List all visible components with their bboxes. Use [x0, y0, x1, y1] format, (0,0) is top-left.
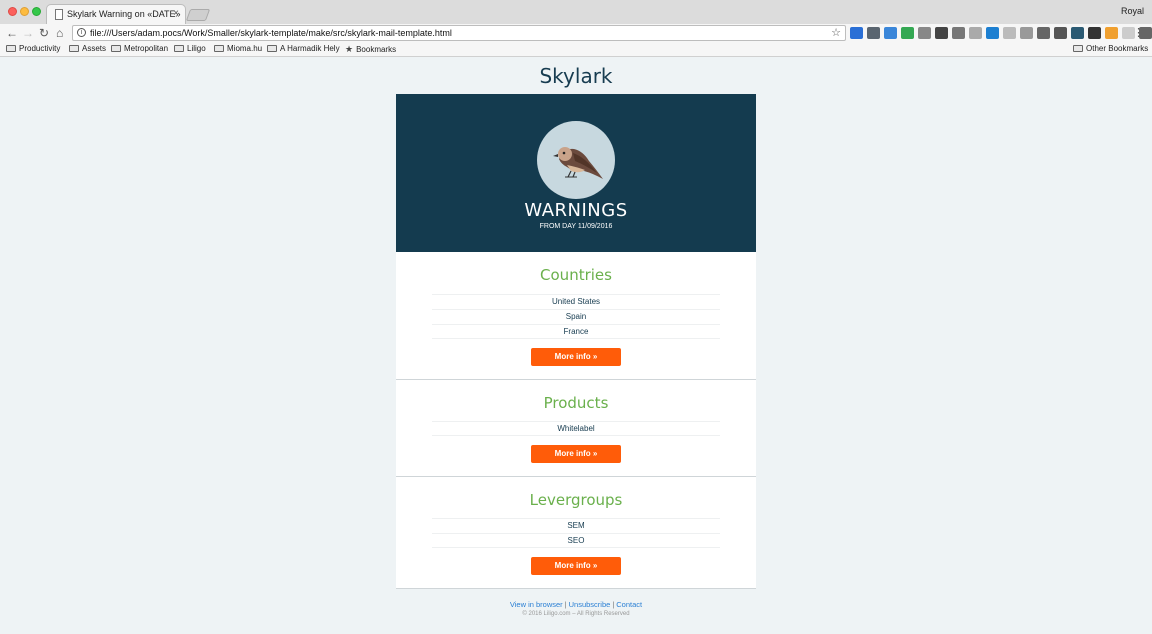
bookmark-folder[interactable]: Mioma.hu [214, 44, 262, 53]
more-info-button[interactable]: More info » [531, 557, 621, 575]
browser-tab[interactable]: Skylark Warning on «DATE» × [46, 4, 186, 25]
extension-dark-icon[interactable] [1088, 27, 1101, 39]
bookmark-label: Metropolitan [124, 44, 169, 53]
window-maximize-button[interactable] [32, 7, 41, 16]
more-info-button[interactable]: More info » [531, 348, 621, 366]
more-info-button[interactable]: More info » [531, 445, 621, 463]
bookmark-label: Liligo [187, 44, 206, 53]
other-bookmarks-folder[interactable]: Other Bookmarks [1073, 44, 1148, 53]
item-list: SEM SEO [432, 518, 720, 548]
bookmark-label: Assets [82, 44, 107, 53]
extension-pin-icon[interactable] [935, 27, 948, 39]
section-products: Products Whitelabel More info » [396, 380, 756, 477]
section-countries: Countries United States Spain France Mor… [396, 252, 756, 380]
extension-a-icon[interactable] [1071, 27, 1084, 39]
list-item: SEM [432, 518, 720, 533]
bird-icon [553, 147, 603, 179]
list-item: France [432, 324, 720, 339]
item-list: United States Spain France [432, 294, 720, 339]
reload-icon[interactable]: ↻ [39, 25, 49, 41]
footer-separator: | [564, 600, 567, 609]
window-minimize-button[interactable] [20, 7, 29, 16]
extension-calendar-icon[interactable] [884, 27, 897, 39]
address-bar[interactable]: i file:///Users/adam.pocs/Work/Smaller/s… [72, 25, 846, 41]
url-text[interactable]: file:///Users/adam.pocs/Work/Smaller/sky… [90, 28, 452, 38]
extension-star-icon[interactable] [850, 27, 863, 39]
browser-toolbar: ← → ↻ ⌂ i file:///Users/adam.pocs/Work/S… [0, 24, 1152, 42]
folder-icon [6, 45, 16, 52]
section-title: Products [543, 394, 609, 412]
hero-subtitle: FROM DAY 11/09/2016 [539, 223, 613, 230]
extensions-bar [850, 27, 1152, 39]
bookmark-folder[interactable]: Productivity [6, 44, 60, 53]
extension-doc-icon[interactable] [969, 27, 982, 39]
bookmark-folder[interactable]: Assets [69, 44, 106, 53]
tab-close-icon[interactable]: × [173, 8, 179, 19]
extension-drive-icon[interactable] [901, 27, 914, 39]
folder-icon [1073, 45, 1083, 52]
hero-banner: WARNINGS FROM DAY 11/09/2016 [396, 94, 756, 252]
extension-blue-icon[interactable] [986, 27, 999, 39]
new-tab-button[interactable] [185, 9, 211, 21]
unsubscribe-link[interactable]: Unsubscribe [569, 600, 611, 609]
star-icon: ★ [345, 44, 354, 54]
back-arrow-icon[interactable]: ← [6, 25, 18, 41]
bookmark-label: A Harmadik Hely [280, 44, 340, 53]
section-title: Countries [540, 266, 612, 284]
bookmark-label: Mioma.hu [227, 44, 263, 53]
bookmark-label: Other Bookmarks [1086, 44, 1149, 53]
list-item: United States [432, 294, 720, 309]
footer-separator: | [612, 600, 615, 609]
extension-grid-icon[interactable] [1003, 27, 1016, 39]
extension-info-icon[interactable] [918, 27, 931, 39]
bookmark-label: Bookmarks [356, 45, 397, 54]
list-item: Whitelabel [432, 421, 720, 436]
info-icon[interactable]: i [77, 28, 86, 37]
section-title: Levergroups [529, 491, 623, 509]
hero-title: WARNINGS [524, 200, 628, 221]
extension-mail-icon[interactable] [1037, 27, 1050, 39]
profile-name[interactable]: Royal [1121, 6, 1144, 16]
folder-icon [174, 45, 184, 52]
bookmark-item[interactable]: ★ Bookmarks [345, 44, 396, 55]
item-list: Whitelabel [432, 421, 720, 436]
extension-cookie-icon[interactable] [1105, 27, 1118, 39]
bookmark-folder[interactable]: Metropolitan [111, 44, 168, 53]
title-bar: Skylark Warning on «DATE» × Royal [0, 0, 1152, 25]
bookmark-folder[interactable]: Liligo [174, 44, 206, 53]
list-item: SEO [432, 533, 720, 548]
list-item: Spain [432, 309, 720, 324]
section-levergroups: Levergroups SEM SEO More info » [396, 477, 756, 589]
extension-stack-icon[interactable] [867, 27, 880, 39]
window-close-button[interactable] [8, 7, 17, 16]
extension-page-icon[interactable] [952, 27, 965, 39]
home-icon[interactable]: ⌂ [56, 25, 63, 41]
folder-icon [267, 45, 277, 52]
tab-title: Skylark Warning on «DATE» [67, 9, 181, 19]
folder-icon [69, 45, 79, 52]
bookmark-label: Productivity [19, 44, 61, 53]
folder-icon [214, 45, 224, 52]
browser-menu-icon[interactable]: ⋮ [1133, 26, 1144, 39]
bookmark-folder[interactable]: A Harmadik Hely [267, 44, 340, 53]
bird-logo [537, 121, 615, 199]
contact-link[interactable]: Contact [616, 600, 642, 609]
footer-links: View in browser | Unsubscribe | Contact [0, 600, 1152, 609]
page-title: Skylark [539, 64, 613, 88]
document-icon [55, 9, 63, 20]
extension-shield-icon[interactable] [1020, 27, 1033, 39]
view-in-browser-link[interactable]: View in browser [510, 600, 563, 609]
folder-icon [111, 45, 121, 52]
bookmarks-bar: Productivity Assets Metropolitan Liligo … [0, 42, 1152, 57]
forward-arrow-icon[interactable]: → [22, 25, 34, 41]
bookmark-star-icon[interactable]: ☆ [831, 26, 841, 39]
extension-block-icon[interactable] [1054, 27, 1067, 39]
copyright: © 2016 Liligo.com – All Rights Reserved [522, 611, 630, 617]
